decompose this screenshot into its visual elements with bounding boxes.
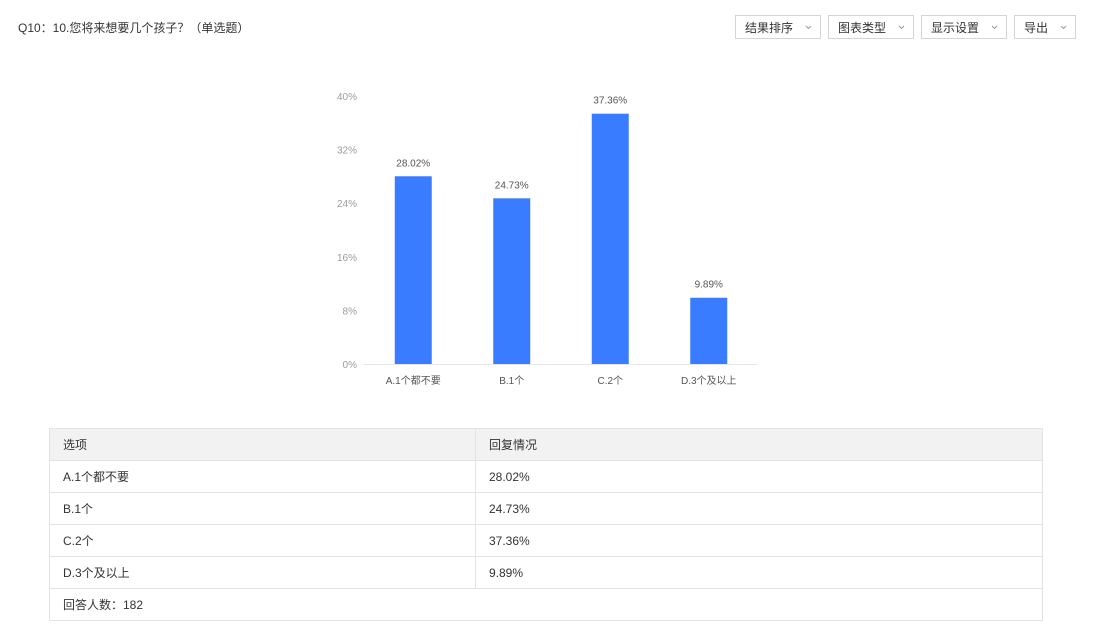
response-cell: 24.73% [475,492,1043,525]
chart-type-dropdown[interactable]: 图表类型 [827,15,914,39]
display-settings-dropdown[interactable]: 显示设置 [920,15,1007,39]
option-cell: D.3个及以上 [49,556,476,589]
y-tick-label: 24% [337,199,357,210]
bar-value-label: 28.02% [396,158,430,169]
option-cell: C.2个 [49,524,476,557]
option-cell: B.1个 [49,492,476,525]
response-cell: 28.02% [475,460,1043,493]
bar [591,113,629,364]
y-tick-label: 16% [337,253,357,264]
toolbar: 结果排序 图表类型 显示设置 导出 [734,15,1076,39]
display-settings-label: 显示设置 [930,20,979,35]
question-title: Q10：10.您将来想要几个孩子？（单选题） [18,21,250,35]
export-dropdown[interactable]: 导出 [1013,15,1076,39]
bar [394,176,432,364]
x-tick-label: B.1个 [499,375,524,387]
chevron-down-icon [898,24,905,31]
bar-chart: 0% 8% 16% 24% 32% 40% 28.02% A.1个都不要 24.73% B.1个 3… [300,80,780,400]
bar-value-label: 37.36% [593,96,627,107]
chart-type-label: 图表类型 [837,20,886,35]
response-cell: 37.36% [475,524,1043,557]
bar-chart-svg: 0% 8% 16% 24% 32% 40% 28.02% A.1个都不要 24.73% B.1个 3… [337,92,758,387]
bar [690,297,728,364]
header-response: 回复情况 [475,428,1043,461]
table-row: D.3个及以上 9.89% [49,556,1043,589]
option-cell: A.1个都不要 [49,460,476,493]
results-table: 选项 回复情况 A.1个都不要 28.02% B.1个 24.73% C.2个 … [49,428,1043,621]
chevron-down-icon [991,24,998,31]
x-tick-label: C.2个 [597,375,623,387]
y-tick-label: 32% [337,146,357,157]
x-tick-label: D.3个及以上 [681,375,737,387]
sort-results-label: 结果排序 [744,20,793,35]
table-row: B.1个 24.73% [49,492,1043,525]
table-footer-row: 回答人数：182 [49,588,1043,621]
y-tick-label: 0% [343,360,358,371]
bar-value-label: 24.73% [495,180,529,191]
table-row: C.2个 37.36% [49,524,1043,557]
bar [493,198,531,364]
bar-value-label: 9.89% [695,280,723,291]
chevron-down-icon [805,24,812,31]
header-option: 选项 [49,428,476,461]
table-header-row: 选项 回复情况 [49,428,1043,461]
sort-results-dropdown[interactable]: 结果排序 [734,15,821,39]
respondent-count: 回答人数：182 [49,588,1043,621]
y-tick-label: 40% [337,92,357,103]
y-tick-label: 8% [343,306,358,317]
chevron-down-icon [1060,24,1067,31]
export-label: 导出 [1023,20,1048,35]
response-cell: 9.89% [475,556,1043,589]
table-row: A.1个都不要 28.02% [49,460,1043,493]
x-tick-label: A.1个都不要 [386,375,441,387]
